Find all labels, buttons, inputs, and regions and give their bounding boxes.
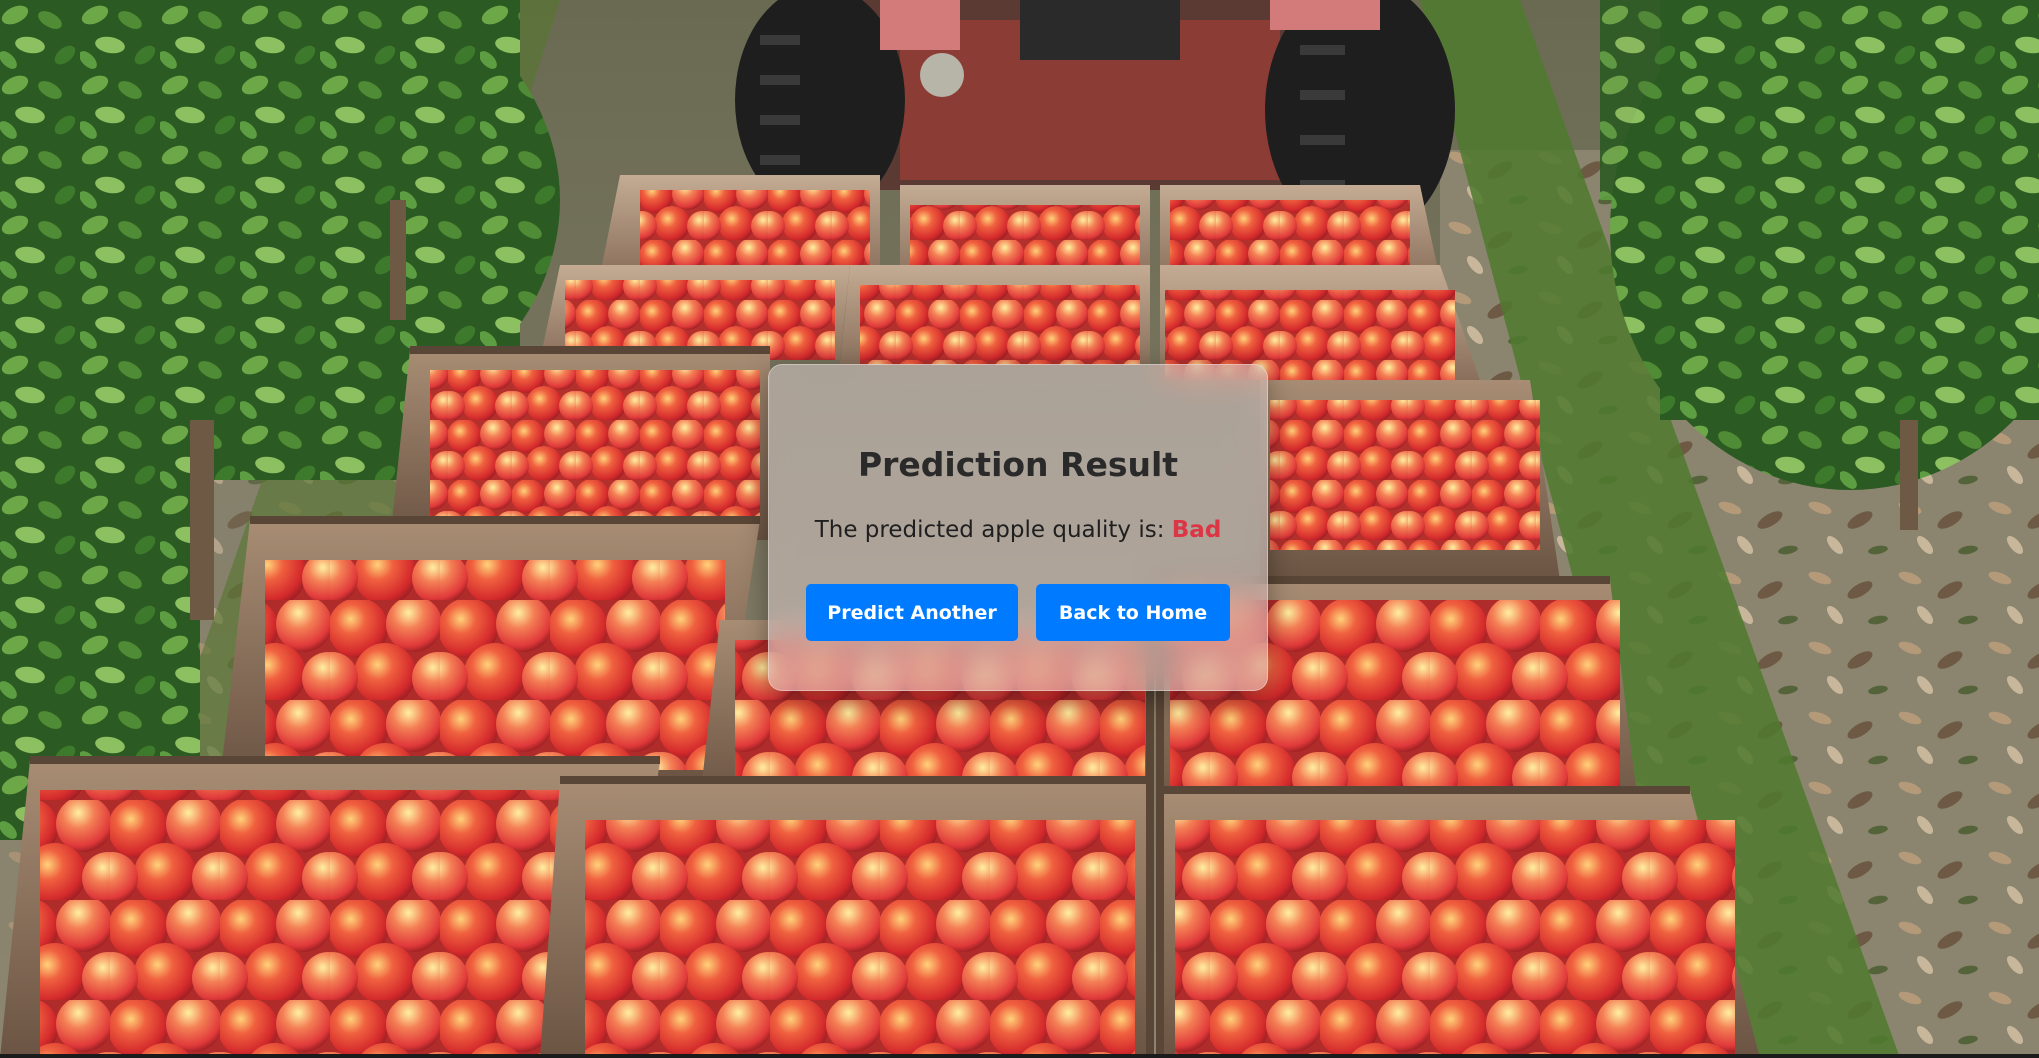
back-to-home-button[interactable]: Back to Home bbox=[1036, 584, 1230, 641]
prediction-result-card: Prediction Result The predicted apple qu… bbox=[768, 364, 1268, 691]
result-title: Prediction Result bbox=[857, 445, 1179, 484]
page: Prediction Result The predicted apple qu… bbox=[0, 0, 2039, 1058]
result-message: The predicted apple quality is: Bad bbox=[769, 517, 1267, 543]
predict-another-button[interactable]: Predict Another bbox=[806, 584, 1018, 641]
result-message-prefix: The predicted apple quality is: bbox=[814, 517, 1165, 543]
window-bottom-edge bbox=[0, 1054, 2039, 1058]
quality-value: Bad bbox=[1171, 517, 1222, 543]
